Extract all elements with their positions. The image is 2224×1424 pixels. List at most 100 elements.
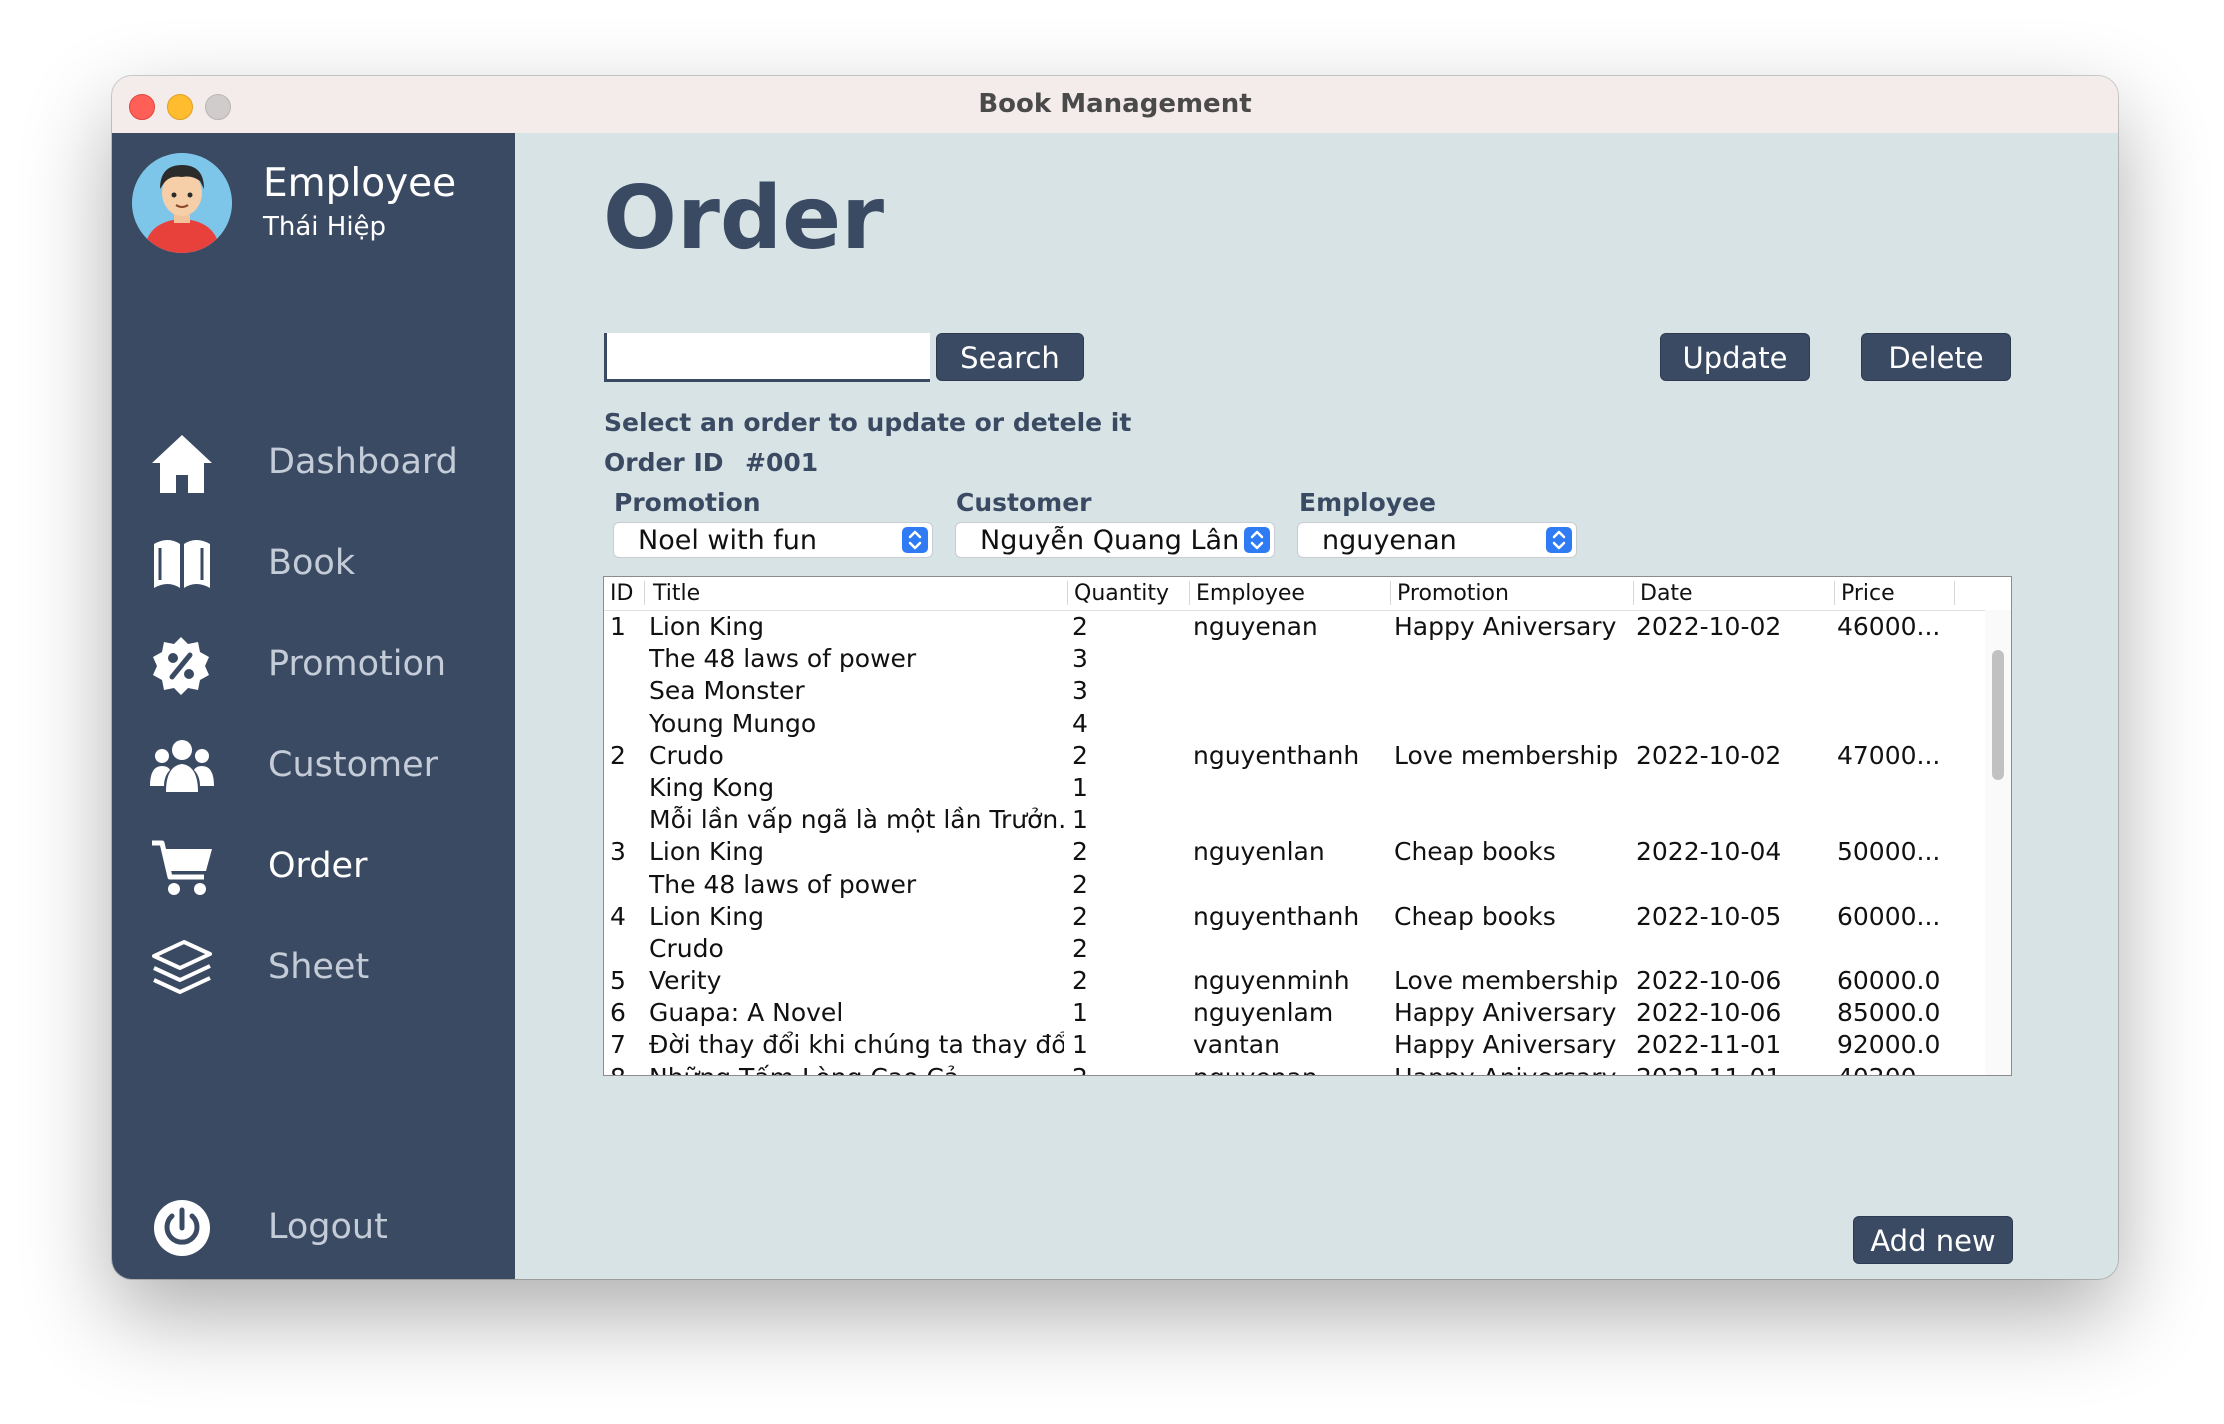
column-header-id[interactable]: ID	[610, 581, 633, 606]
cell-title: Mỗi lần vấp ngã là một lần Trưởn...	[649, 805, 1064, 835]
delete-button[interactable]: Delete	[1861, 333, 2011, 381]
nav-item-label: Book	[268, 543, 356, 583]
table-row[interactable]: 4 Lion King 2 nguyenthanh Cheap books 2022-10…	[604, 900, 1984, 932]
table-row[interactable]: 3 Lion King 2 nguyenlan Cheap books 2022-10-0…	[604, 835, 1984, 867]
table-row[interactable]: King Kong 1	[604, 771, 1984, 803]
cell-id: 5	[610, 966, 626, 996]
promotion-select[interactable]: Noel with fun	[613, 522, 933, 558]
cell-price: 47000...	[1837, 740, 1941, 770]
title-bar: Book Management	[112, 76, 2118, 134]
table-row[interactable]: Crudo 2	[604, 932, 1984, 964]
nav-item-label: Sheet	[268, 947, 370, 987]
table-row[interactable]: 8 Những Tấm Lòng Cao Cả 2 nguyenan Happy Ani…	[604, 1061, 1984, 1075]
cell-quantity: 4	[1072, 708, 1088, 738]
cell-title: Những Tấm Lòng Cao Cả	[649, 1063, 1064, 1075]
nav-item-sheet[interactable]: Sheet	[150, 934, 490, 1004]
update-button[interactable]: Update	[1660, 333, 1810, 381]
nav-item-promotion[interactable]: Promotion	[150, 631, 490, 701]
table-row[interactable]: 2 Crudo 2 nguyenthanh Love membership 2022-10…	[604, 739, 1984, 771]
add-new-button[interactable]: Add new	[1853, 1216, 2013, 1264]
cell-id: 1	[610, 612, 626, 641]
cell-price: 50000...	[1837, 837, 1941, 867]
cell-employee: nguyenan	[1193, 1063, 1388, 1075]
app-window: Book Management Employee Thái Hiệp Dashb…	[112, 76, 2118, 1279]
cell-promotion: Cheap books	[1394, 837, 1556, 867]
table-row[interactable]: 5 Verity 2 nguyenminh Love membership 2022-10…	[604, 964, 1984, 996]
nav-item-customer[interactable]: Customer	[150, 732, 490, 802]
nav-item-order[interactable]: Order	[150, 833, 490, 903]
cell-quantity: 2	[1072, 901, 1088, 931]
search-input[interactable]	[604, 333, 930, 382]
cell-promotion: Happy Aniversary	[1394, 1030, 1617, 1060]
nav-item-dashboard[interactable]: Dashboard	[150, 429, 490, 499]
cell-title: Lion King	[649, 837, 765, 867]
page-title: Order	[603, 167, 885, 269]
nav-item-book[interactable]: Book	[150, 530, 490, 600]
table-row[interactable]: 1 Lion King 2 nguyenan Happy Aniversary 2022-…	[604, 610, 1984, 642]
cell-date: 2022-10-06	[1636, 998, 1782, 1028]
cell-promotion: Cheap books	[1394, 901, 1556, 931]
table-row[interactable]: The 48 laws of power 2	[604, 868, 1984, 900]
cell-promotion: Happy Aniversary	[1394, 612, 1617, 641]
cell-title: Crudo	[649, 933, 724, 963]
cell-employee: vantan	[1193, 1030, 1280, 1060]
table-row[interactable]: Mỗi lần vấp ngã là một lần Trưởn... 1	[604, 803, 1984, 835]
cell-title: Guapa: A Novel	[649, 998, 844, 1028]
cell-promotion: Happy Aniversary	[1394, 998, 1617, 1028]
cell-title: Crudo	[649, 740, 724, 770]
orders-table[interactable]: ID Title Quantity Employee Promotion Dat…	[603, 576, 2012, 1076]
chevron-updown-icon	[1546, 527, 1572, 553]
promotion-label: Promotion	[614, 488, 761, 517]
table-row[interactable]: 6 Guapa: A Novel 1 nguyenlam Happy Aniversar…	[604, 996, 1984, 1028]
promotion-badge-icon	[153, 637, 209, 695]
table-scrollbar[interactable]	[1985, 610, 2011, 1075]
cell-id: 3	[610, 837, 626, 867]
cell-promotion: Love membership	[1394, 966, 1619, 996]
cart-icon	[152, 840, 212, 895]
chevron-updown-icon	[902, 527, 928, 553]
cell-date: 2022-10-05	[1636, 901, 1782, 931]
column-header-quantity[interactable]: Quantity	[1074, 581, 1169, 606]
logout-button[interactable]: Logout	[150, 1194, 490, 1264]
order-id-value: #001	[745, 448, 819, 477]
table-header: ID Title Quantity Employee Promotion Dat…	[604, 577, 2011, 611]
cell-title: Đời thay đổi khi chúng ta thay đổi	[649, 1030, 1064, 1060]
employee-select[interactable]: nguyenan	[1297, 522, 1577, 558]
search-button[interactable]: Search	[936, 333, 1084, 381]
column-header-employee[interactable]: Employee	[1196, 581, 1305, 606]
cell-date: 2022-11-01	[1636, 1030, 1782, 1060]
table-row[interactable]: 7 Đời thay đổi khi chúng ta thay đổi 1 vant…	[604, 1028, 1984, 1060]
column-header-price[interactable]: Price	[1841, 581, 1895, 606]
cell-id: 4	[610, 901, 626, 931]
column-header-title[interactable]: Title	[653, 581, 700, 606]
table-row[interactable]: Young Mungo 4	[604, 707, 1984, 739]
cell-title: Lion King	[649, 901, 765, 931]
cell-id: 6	[610, 998, 626, 1028]
cell-price: 46000...	[1837, 612, 1941, 641]
customer-select[interactable]: Nguyễn Quang Lân	[955, 522, 1275, 558]
cell-quantity: 2	[1072, 966, 1088, 996]
table-row[interactable]: The 48 laws of power 3	[604, 642, 1984, 674]
cell-title: King Kong	[649, 772, 775, 802]
cell-title: Verity	[649, 966, 722, 996]
table-row[interactable]: Sea Monster 3	[604, 674, 1984, 706]
scrollbar-thumb[interactable]	[1992, 650, 2004, 780]
column-header-promotion[interactable]: Promotion	[1397, 581, 1509, 606]
cell-quantity: 1	[1072, 805, 1088, 835]
cell-price: 60000.0	[1837, 966, 1941, 996]
nav-item-label: Customer	[268, 745, 439, 785]
column-header-date[interactable]: Date	[1640, 581, 1693, 606]
home-icon	[152, 435, 212, 493]
instruction-text: Select an order to update or detele it	[604, 408, 1132, 437]
cell-quantity: 3	[1072, 644, 1088, 674]
cell-title: The 48 laws of power	[649, 644, 917, 674]
customer-select-value: Nguyễn Quang Lân	[980, 525, 1240, 556]
cell-title: Young Mungo	[649, 708, 817, 738]
cell-quantity: 2	[1072, 869, 1088, 899]
cell-quantity: 2	[1072, 740, 1088, 770]
nav-item-label: Promotion	[268, 644, 447, 684]
cell-date: 2022-10-02	[1636, 740, 1782, 770]
power-icon	[154, 1200, 210, 1256]
cell-price: 85000.0	[1837, 998, 1941, 1028]
cell-quantity: 1	[1072, 998, 1088, 1028]
